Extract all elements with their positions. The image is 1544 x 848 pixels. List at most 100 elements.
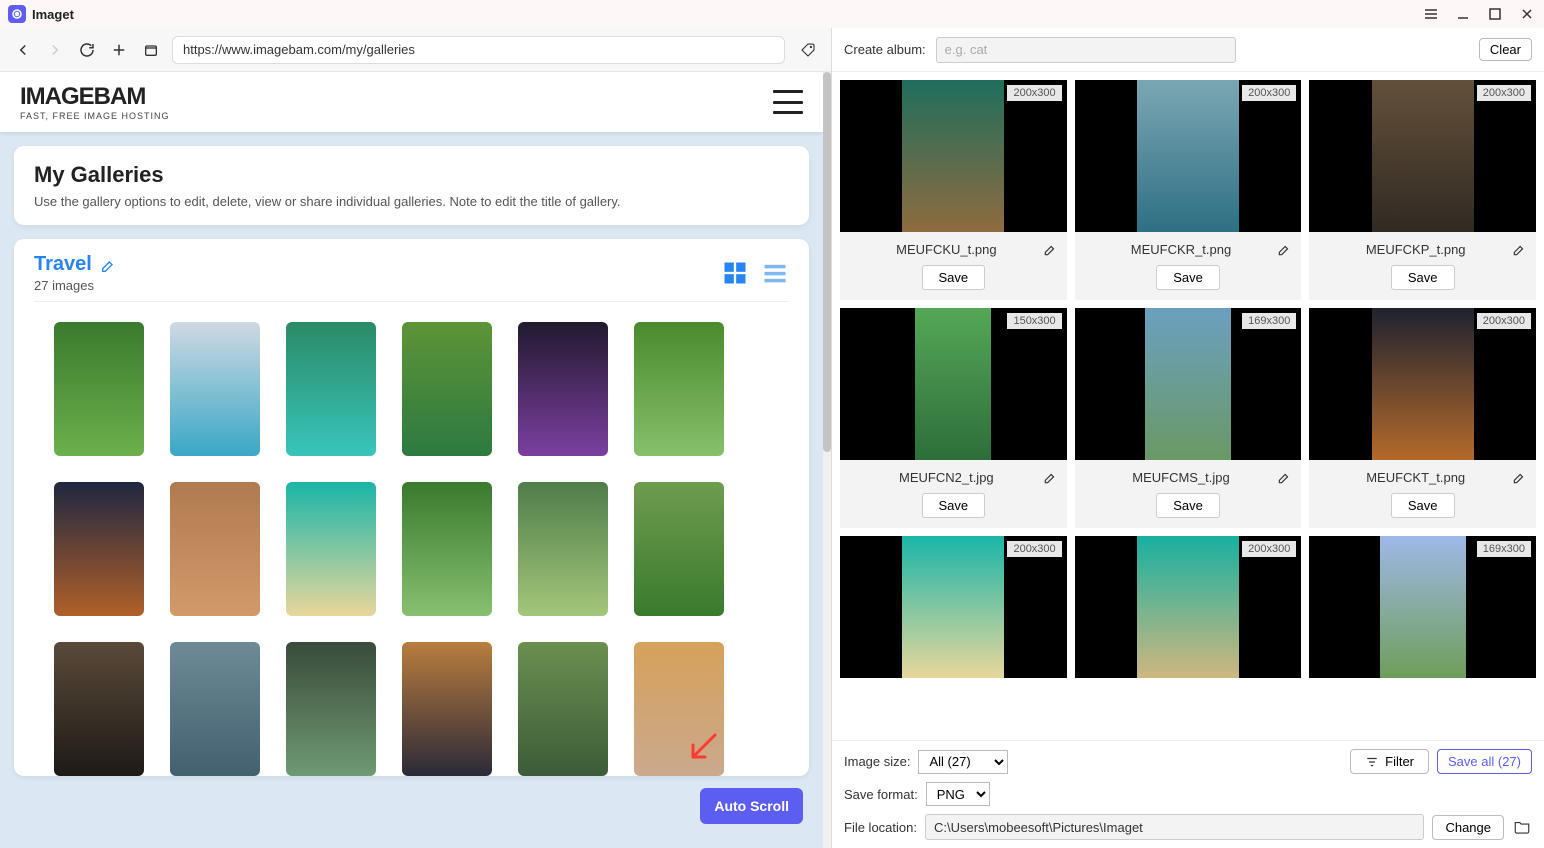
file-name: MEUFCMS_t.jpg	[1085, 470, 1278, 485]
save-button[interactable]: Save	[1391, 493, 1455, 518]
gallery-thumbnail[interactable]	[286, 642, 376, 776]
page-title: My Galleries	[34, 162, 789, 188]
close-button[interactable]	[1518, 5, 1536, 23]
gallery-thumbnail[interactable]	[518, 322, 608, 456]
file-name: MEUFCKU_t.png	[850, 242, 1043, 257]
save-button[interactable]: Save	[1156, 265, 1220, 290]
gallery-thumbnail[interactable]	[170, 322, 260, 456]
image-preview[interactable]: 200x300	[1075, 536, 1302, 678]
rename-icon[interactable]	[1277, 243, 1291, 257]
save-options: Image size: All (27) Filter Save all (27…	[832, 740, 1544, 848]
gallery-thumbnail[interactable]	[286, 482, 376, 616]
save-button[interactable]: Save	[1391, 265, 1455, 290]
logo-tagline: FAST, FREE IMAGE HOSTING	[20, 111, 170, 121]
image-card: 200x300 MEUFCKT_t.png Save	[1309, 308, 1536, 528]
image-preview[interactable]: 200x300	[1309, 308, 1536, 460]
rename-icon[interactable]	[1277, 471, 1291, 485]
dimension-badge: 169x300	[1477, 541, 1531, 557]
auto-scroll-button[interactable]: Auto Scroll	[700, 788, 803, 824]
url-input[interactable]: https://www.imagebam.com/my/galleries	[172, 36, 785, 64]
list-view-icon[interactable]	[761, 259, 789, 287]
titlebar: Imaget	[0, 0, 1544, 28]
image-preview[interactable]: 200x300	[840, 80, 1067, 232]
grid-view-icon[interactable]	[721, 259, 749, 287]
download-panel: Create album: Clear 200x300MEUFCKU_t.png…	[832, 28, 1544, 848]
maximize-button[interactable]	[1486, 5, 1504, 23]
file-name: MEUFCKT_t.png	[1319, 470, 1512, 485]
reload-button[interactable]	[76, 39, 98, 61]
save-button[interactable]: Save	[1156, 493, 1220, 518]
create-album-input[interactable]	[936, 37, 1236, 63]
browser-viewport: IMAGEBAM FAST, FREE IMAGE HOSTING My Gal…	[0, 72, 831, 848]
dimension-badge: 200x300	[1242, 541, 1296, 557]
image-preview[interactable]: 169x300	[1075, 308, 1302, 460]
gallery-thumbnail[interactable]	[54, 482, 144, 616]
site-menu-button[interactable]	[773, 90, 803, 114]
forward-button[interactable]	[44, 39, 66, 61]
file-name: MEUFCKP_t.png	[1319, 242, 1512, 257]
gallery-thumbnail[interactable]	[402, 642, 492, 776]
rename-icon[interactable]	[1043, 471, 1057, 485]
clear-button[interactable]: Clear	[1479, 38, 1532, 61]
site-logo[interactable]: IMAGEBAM FAST, FREE IMAGE HOSTING	[20, 83, 170, 121]
save-format-label: Save format:	[844, 787, 918, 802]
image-preview[interactable]: 200x300	[1309, 80, 1536, 232]
minimize-button[interactable]	[1454, 5, 1472, 23]
file-name: MEUFCKR_t.png	[1085, 242, 1278, 257]
open-folder-icon[interactable]	[1512, 817, 1532, 837]
rename-icon[interactable]	[1512, 471, 1526, 485]
gallery-thumbnail[interactable]	[54, 322, 144, 456]
scrollbar[interactable]	[823, 72, 831, 848]
image-card: 169x300	[1309, 536, 1536, 678]
page-desc: Use the gallery options to edit, delete,…	[34, 194, 789, 209]
gallery-thumbnail[interactable]	[170, 642, 260, 776]
arrow-annotation	[681, 729, 721, 772]
tag-icon[interactable]	[797, 39, 819, 61]
image-card: 200x300 MEUFCKP_t.png Save	[1309, 80, 1536, 300]
gallery-thumbnail[interactable]	[402, 482, 492, 616]
gallery-thumbnail[interactable]	[634, 322, 724, 456]
image-card: 150x300MEUFCN2_t.jpgSave	[840, 308, 1067, 528]
dimension-badge: 200x300	[1007, 541, 1061, 557]
dimension-badge: 200x300	[1242, 85, 1296, 101]
edit-icon[interactable]	[100, 257, 116, 273]
gallery-thumbnail[interactable]	[402, 322, 492, 456]
save-format-select[interactable]: PNG	[926, 782, 990, 806]
gallery-thumbnail[interactable]	[634, 482, 724, 616]
rename-icon[interactable]	[1043, 243, 1057, 257]
change-location-button[interactable]: Change	[1432, 815, 1504, 840]
image-card: 169x300 MEUFCMS_t.jpg Save	[1075, 308, 1302, 528]
dimension-badge: 169x300	[1242, 313, 1296, 329]
image-preview[interactable]: 200x300	[1075, 80, 1302, 232]
site-header: IMAGEBAM FAST, FREE IMAGE HOSTING	[0, 72, 823, 132]
gallery-thumbnail[interactable]	[286, 322, 376, 456]
image-card: 200x300 MEUFCKR_t.png Save	[1075, 80, 1302, 300]
save-button[interactable]: Save	[922, 493, 986, 518]
image-size-select[interactable]: All (27)	[918, 750, 1008, 774]
tabs-button[interactable]	[140, 39, 162, 61]
file-location-label: File location:	[844, 820, 917, 835]
image-size-label: Image size:	[844, 754, 910, 769]
gallery-title: Travel	[34, 253, 92, 276]
menu-icon[interactable]	[1422, 5, 1440, 23]
file-location-input[interactable]	[925, 814, 1424, 840]
add-tab-button[interactable]	[108, 39, 130, 61]
rename-icon[interactable]	[1512, 243, 1526, 257]
dimension-badge: 200x300	[1477, 313, 1531, 329]
image-preview[interactable]: 200x300	[840, 536, 1067, 678]
save-button[interactable]: Save	[922, 265, 986, 290]
scrollbar-thumb[interactable]	[823, 72, 831, 452]
gallery-thumbnail[interactable]	[170, 482, 260, 616]
save-all-button[interactable]: Save all (27)	[1437, 749, 1532, 774]
filter-button[interactable]: Filter	[1350, 749, 1429, 774]
browser-pane: https://www.imagebam.com/my/galleries IM…	[0, 28, 832, 848]
gallery-thumbnail[interactable]	[518, 482, 608, 616]
image-preview[interactable]: 150x300	[840, 308, 1067, 460]
image-preview[interactable]: 169x300	[1309, 536, 1536, 678]
app-icon	[8, 5, 26, 23]
image-card: 200x300	[1075, 536, 1302, 678]
back-button[interactable]	[12, 39, 34, 61]
gallery-card: Travel 27 images	[14, 239, 809, 776]
gallery-thumbnail[interactable]	[54, 642, 144, 776]
gallery-thumbnail[interactable]	[518, 642, 608, 776]
